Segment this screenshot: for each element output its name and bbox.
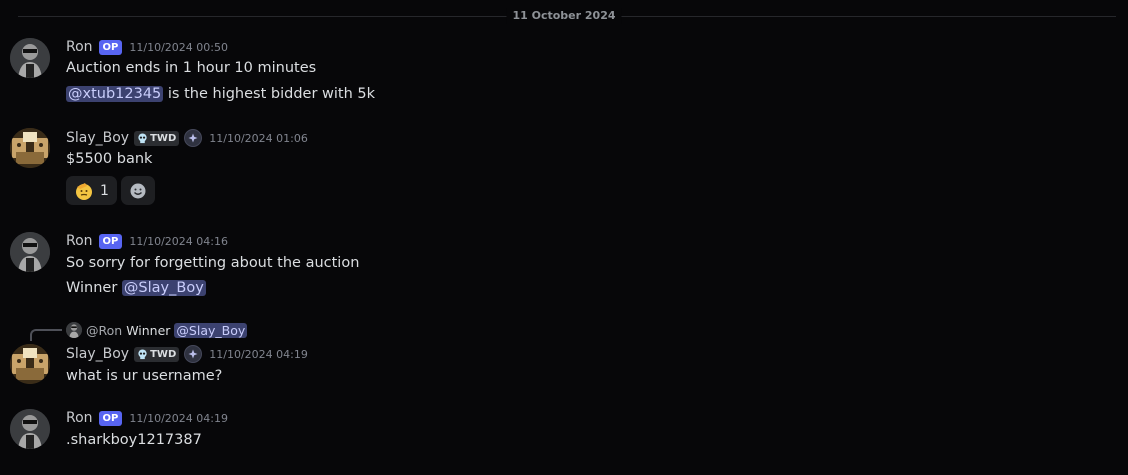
date-divider-label: 11 October 2024 bbox=[506, 8, 622, 24]
message-header: Ron OP 11/10/2024 04:19 bbox=[66, 408, 228, 428]
reactions: 1 bbox=[66, 176, 155, 205]
guild-tag[interactable]: TWD bbox=[134, 346, 180, 362]
user-mention[interactable]: @Slay_Boy bbox=[174, 322, 248, 338]
guild-tag-label: TWD bbox=[150, 132, 177, 144]
saluting-face-icon bbox=[76, 182, 92, 200]
message-text: .sharkboy1217387 bbox=[66, 432, 202, 448]
star-icon[interactable] bbox=[184, 345, 203, 363]
user-mention[interactable]: @xtub12345 bbox=[66, 86, 164, 102]
message-text: So sorry for forgetting about the auctio… bbox=[66, 255, 360, 271]
skull-icon bbox=[138, 132, 147, 143]
guild-tag[interactable]: TWD bbox=[134, 130, 180, 146]
username[interactable]: Ron bbox=[66, 39, 93, 55]
username[interactable]: Slay_Boy bbox=[66, 346, 129, 362]
message-text-after-mention: is the highest bidder with 5k bbox=[163, 86, 376, 102]
timestamp[interactable]: 11/10/2024 00:50 bbox=[129, 41, 228, 54]
op-badge: OP bbox=[98, 233, 123, 249]
avatar-slay-boy[interactable] bbox=[10, 128, 50, 168]
username[interactable]: Ron bbox=[66, 233, 93, 249]
avatar-ron[interactable] bbox=[10, 232, 50, 272]
guild-tag-label: TWD bbox=[150, 348, 177, 360]
message-text: $5500 bank bbox=[66, 151, 153, 167]
message-header: Ron OP 11/10/2024 00:50 bbox=[66, 37, 228, 57]
reply-preview[interactable]: @Ron Winner @Slay_Boy bbox=[66, 321, 248, 339]
message-text: Auction ends in 1 hour 10 minutes bbox=[66, 60, 317, 76]
user-mention[interactable]: @Slay_Boy bbox=[121, 280, 206, 296]
message-text-before-mention: Winner bbox=[66, 280, 122, 296]
op-badge: OP bbox=[98, 410, 123, 426]
reply-avatar bbox=[66, 322, 82, 338]
username[interactable]: Ron bbox=[66, 410, 93, 426]
reaction-count: 1 bbox=[100, 182, 109, 199]
skull-icon bbox=[138, 348, 147, 359]
timestamp[interactable]: 11/10/2024 04:16 bbox=[129, 235, 228, 248]
star-icon[interactable] bbox=[184, 129, 203, 147]
timestamp[interactable]: 11/10/2024 04:19 bbox=[129, 412, 228, 425]
reply-username[interactable]: @Ron bbox=[86, 323, 122, 338]
avatar-ron[interactable] bbox=[10, 409, 50, 449]
avatar-ron[interactable] bbox=[10, 38, 50, 78]
reply-text: Winner @Slay_Boy bbox=[126, 322, 248, 338]
reply-text-before-mention: Winner bbox=[126, 322, 175, 338]
avatar-slay-boy[interactable] bbox=[10, 344, 50, 384]
timestamp[interactable]: 11/10/2024 01:06 bbox=[209, 132, 308, 145]
date-divider: 11 October 2024 bbox=[0, 8, 1128, 24]
op-badge: OP bbox=[98, 39, 123, 55]
message-text-mention-line: @xtub12345 is the highest bidder with 5k bbox=[66, 84, 375, 104]
timestamp[interactable]: 11/10/2024 04:19 bbox=[209, 348, 308, 361]
reply-connector bbox=[30, 329, 62, 341]
message-text: what is ur username? bbox=[66, 368, 223, 384]
username[interactable]: Slay_Boy bbox=[66, 130, 129, 146]
message-header: Ron OP 11/10/2024 04:16 bbox=[66, 231, 228, 251]
message-header: Slay_Boy TWD 11/10/2024 04:19 bbox=[66, 344, 308, 364]
message-header: Slay_Boy TWD 11/10/2024 01:06 bbox=[66, 128, 308, 148]
message-text-mention-line: Winner @Slay_Boy bbox=[66, 278, 206, 298]
reaction-saluting-face[interactable]: 1 bbox=[66, 176, 117, 205]
add-reaction-icon bbox=[130, 183, 146, 198]
add-reaction-button[interactable] bbox=[120, 176, 155, 205]
